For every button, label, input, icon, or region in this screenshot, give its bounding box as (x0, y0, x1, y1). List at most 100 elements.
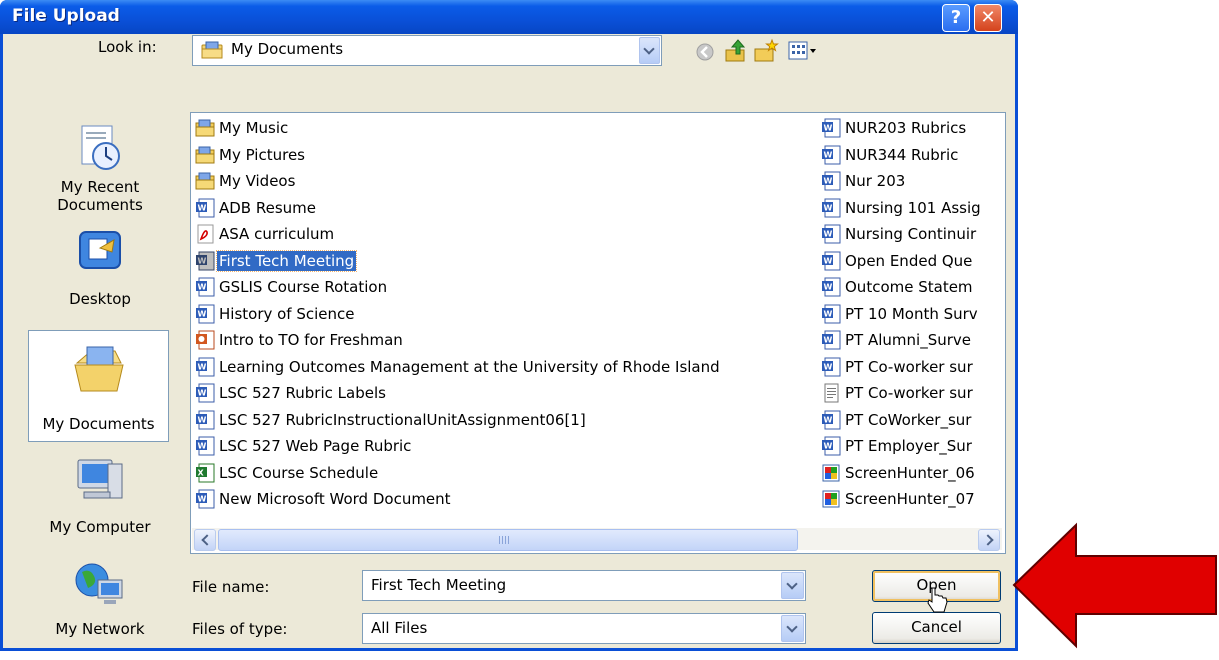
file-name: GSLIS Course Rotation (219, 278, 388, 296)
svg-text:W: W (198, 362, 207, 371)
file-item[interactable]: ScreenHunter_07 (821, 487, 1001, 514)
svg-text:W: W (198, 389, 207, 398)
views-menu-icon[interactable] (787, 40, 819, 62)
svg-text:W: W (824, 150, 833, 159)
file-item[interactable]: W PT CoWorker_sur (821, 408, 1001, 435)
svg-text:W: W (824, 336, 833, 345)
svg-text:W: W (198, 415, 207, 424)
desktop-icon (79, 231, 121, 269)
place-my-documents[interactable]: My Documents (28, 330, 169, 442)
svg-text:W: W (824, 256, 833, 265)
look-in-value: My Documents (231, 40, 344, 58)
svg-text:W: W (198, 442, 207, 451)
file-name: Nursing 101 Assig (845, 198, 981, 217)
svg-text:W: W (824, 177, 833, 186)
excel-file-icon: X (195, 463, 215, 483)
place-desktop[interactable]: Desktop (30, 228, 170, 308)
file-item[interactable]: W NUR344 Rubric (821, 143, 1001, 170)
file-item[interactable]: W Nur 203 (821, 169, 1001, 196)
word-file-icon: W (821, 330, 841, 350)
file-name: Intro to TO for Freshman (219, 331, 403, 349)
look-in-dropdown[interactable]: My Documents (192, 35, 662, 66)
file-name: Nursing Continuir (845, 225, 977, 243)
file-item[interactable]: W Open Ended Que (821, 249, 1001, 276)
file-name: My Music (219, 119, 289, 137)
file-name-field[interactable]: First Tech Meeting (362, 570, 806, 601)
file-name: NUR344 Rubric (845, 145, 959, 164)
file-name-label: File name: (192, 578, 270, 596)
file-name: LSC 527 Web Page Rubric (219, 437, 412, 455)
file-item[interactable]: W Nursing 101 Assig (821, 196, 1001, 223)
place-label: Desktop (69, 290, 131, 308)
file-name-dropdown-button[interactable] (781, 572, 804, 599)
folder-file-icon (195, 171, 215, 191)
file-item[interactable]: W PT 10 Month Surv (821, 302, 1001, 329)
svg-text:W: W (198, 203, 207, 212)
file-item[interactable]: PT Co-worker sur (821, 381, 1001, 408)
file-item[interactable]: W PT Alumni_Surve (821, 328, 1001, 355)
look-in-dropdown-button[interactable] (639, 37, 660, 64)
title-bar[interactable]: File Upload ? ✕ (0, 0, 1018, 34)
file-item[interactable]: W NUR203 Rubrics (821, 116, 1001, 143)
word-file-icon: W (821, 357, 841, 377)
word-file-icon: W (195, 277, 215, 297)
folder-file-icon (195, 118, 215, 138)
text-file-icon (821, 383, 841, 403)
file-item[interactable]: W PT Employer_Sur (821, 434, 1001, 461)
file-name: ASA curriculum (219, 225, 335, 243)
files-of-type-dropdown-button[interactable] (781, 615, 804, 642)
back-icon[interactable] (695, 42, 715, 62)
svg-text:W: W (198, 309, 207, 318)
svg-text:W: W (824, 362, 833, 371)
up-folder-icon[interactable] (724, 38, 748, 64)
word-file-icon: W (195, 357, 215, 377)
close-button[interactable]: ✕ (974, 4, 1002, 32)
file-name: PT 10 Month Surv (845, 304, 978, 323)
word-file-icon: W (821, 118, 841, 138)
file-column-2: W NUR203 Rubrics W NUR344 Rubric W Nur 203 W Nu… (821, 116, 1001, 514)
image-file-icon (821, 489, 841, 509)
svg-text:X: X (198, 468, 205, 477)
file-name: My Videos (219, 172, 296, 190)
help-button[interactable]: ? (942, 4, 970, 32)
word-file-icon: W (195, 383, 215, 403)
word-file-icon: W (821, 410, 841, 430)
file-item[interactable]: W Nursing Continuir (821, 222, 1001, 249)
place-my-recent-documents[interactable]: My Recent Documents (30, 116, 170, 214)
look-in-label: Look in: (98, 38, 157, 56)
file-name: PT Co-worker sur (845, 384, 973, 402)
file-name: History of Science (219, 304, 355, 323)
my-documents-small-icon (201, 41, 223, 59)
file-item[interactable]: W PT Co-worker sur (821, 355, 1001, 382)
file-list[interactable]: My Music My Pictures My Videos W ADB Resume A… (190, 112, 1006, 554)
file-name: Nur 203 (845, 172, 906, 190)
files-of-type-select[interactable]: All Files (362, 613, 806, 644)
file-name: Outcome Statem (845, 278, 973, 296)
folder-file-icon (195, 145, 215, 165)
file-name: New Microsoft Word Document (219, 490, 451, 508)
file-name: PT Employer_Sur (845, 437, 972, 455)
place-label: My Recent Documents (57, 178, 143, 214)
svg-text:W: W (198, 256, 207, 265)
place-my-computer[interactable]: My Computer (30, 454, 170, 544)
scroll-right-button[interactable] (978, 529, 1000, 551)
file-name: ScreenHunter_06 (845, 463, 975, 482)
scrollbar-thumb[interactable] (218, 529, 798, 551)
file-name-value[interactable]: First Tech Meeting (371, 576, 506, 594)
dialog-title: File Upload (12, 6, 120, 26)
file-item[interactable]: ScreenHunter_06 (821, 461, 1001, 488)
file-item[interactable]: W Outcome Statem (821, 275, 1001, 302)
place-label: My Network (55, 620, 145, 638)
scroll-left-button[interactable] (194, 529, 216, 551)
place-my-network[interactable]: My Network (30, 558, 170, 644)
place-label: My Computer (49, 518, 151, 536)
file-name: My Pictures (219, 145, 305, 164)
horizontal-scrollbar[interactable] (192, 528, 1002, 551)
new-folder-icon[interactable] (753, 38, 779, 64)
file-name: ADB Resume (219, 198, 317, 217)
svg-text:W: W (198, 495, 207, 504)
file-name: Learning Outcomes Management at the Univ… (219, 357, 720, 376)
word-file-icon: W (195, 489, 215, 509)
word-file-icon: W (821, 224, 841, 244)
file-name: PT Co-worker sur (845, 357, 973, 376)
